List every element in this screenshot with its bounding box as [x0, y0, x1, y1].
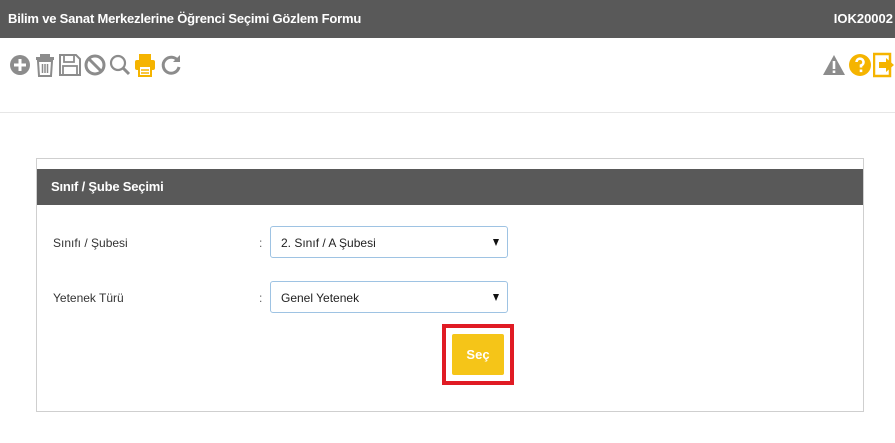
panel-title: Sınıf / Şube Seçimi: [51, 179, 164, 194]
form-code: IOK20002: [833, 11, 893, 26]
search-icon[interactable]: [108, 52, 132, 78]
refresh-icon[interactable]: [159, 52, 183, 78]
panel-header: Sınıf / Şube Seçimi: [37, 169, 863, 205]
class-branch-select[interactable]: 2. Sınıf / A Şubesi: [270, 226, 508, 258]
add-icon[interactable]: [8, 52, 32, 78]
talent-type-select[interactable]: Genel Yetenek: [270, 281, 508, 313]
print-icon[interactable]: [133, 52, 157, 78]
window-title: Bilim ve Sanat Merkezlerine Öğrenci Seçi…: [8, 11, 362, 26]
select-button[interactable]: Seç: [452, 334, 504, 375]
warning-icon[interactable]: [822, 52, 846, 78]
delete-icon[interactable]: [33, 52, 57, 78]
class-branch-label: Sınıfı / Şubesi: [53, 236, 128, 250]
colon: :: [259, 291, 263, 305]
dropdown-arrow-icon: [493, 294, 499, 301]
talent-type-label: Yetenek Türü: [53, 291, 124, 305]
exit-icon[interactable]: [873, 52, 895, 78]
colon: :: [259, 236, 263, 250]
help-icon[interactable]: [848, 52, 872, 78]
title-bar: Bilim ve Sanat Merkezlerine Öğrenci Seçi…: [0, 0, 895, 38]
cancel-icon[interactable]: [83, 52, 107, 78]
dropdown-arrow-icon: [493, 239, 499, 246]
class-branch-value: 2. Sınıf / A Şubesi: [281, 236, 376, 250]
talent-type-value: Genel Yetenek: [281, 291, 360, 305]
class-branch-selection-panel: Sınıf / Şube Seçimi Sınıfı / Şubesi : 2.…: [36, 158, 864, 412]
save-icon[interactable]: [58, 52, 82, 78]
